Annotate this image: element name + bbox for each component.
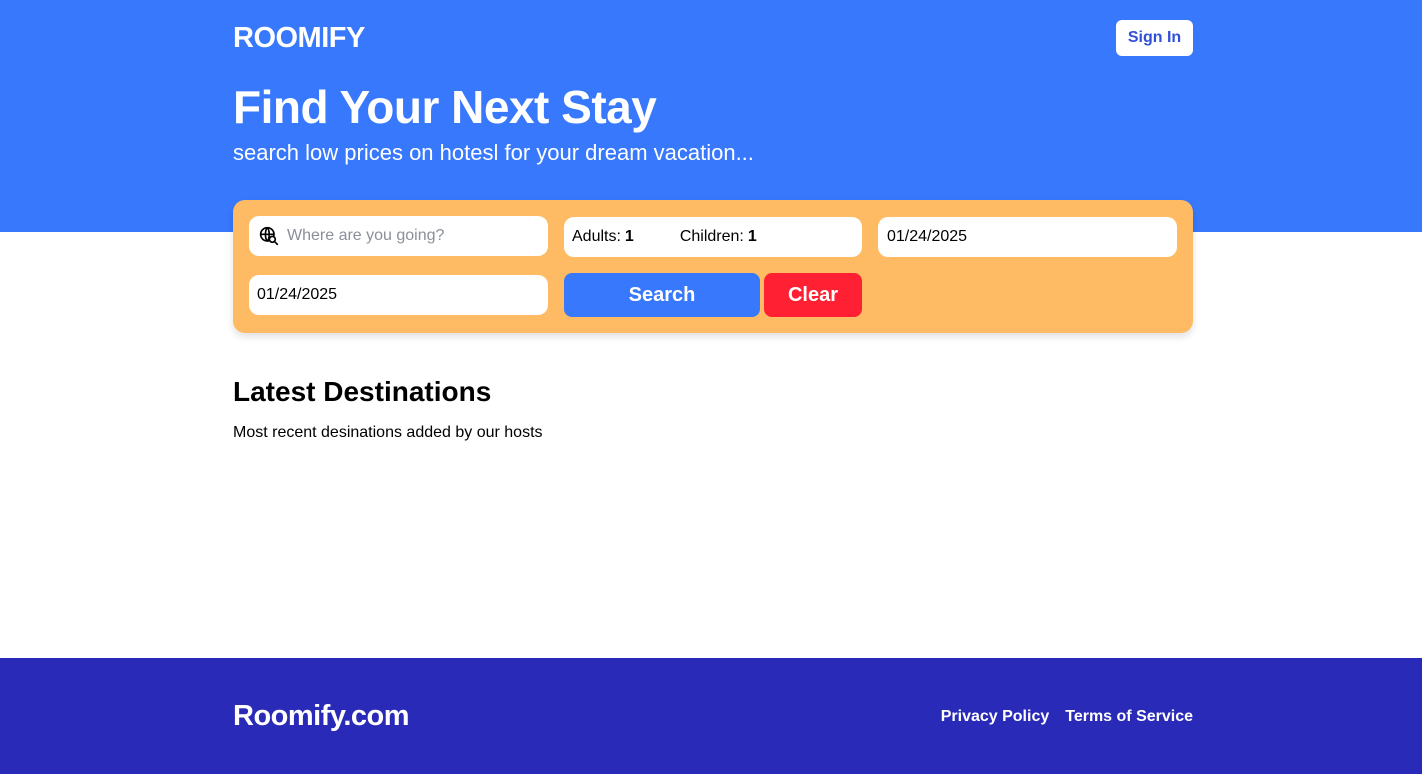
destination-field[interactable] [249, 216, 548, 256]
hero-banner: ROOMIFY Sign In Find Your Next Stay sear… [0, 0, 1422, 232]
hero-subtitle: search low prices on hotesl for your dre… [233, 140, 754, 165]
page: ROOMIFY Sign In Find Your Next Stay sear… [0, 0, 1422, 774]
globe-search-icon [259, 226, 279, 246]
privacy-policy-link[interactable]: Privacy Policy [941, 708, 1050, 726]
clear-button[interactable]: Clear [764, 273, 862, 317]
children-group[interactable]: Children: 1 [680, 228, 757, 246]
hero-title: Find Your Next Stay [233, 81, 657, 133]
latest-destinations-subtitle: Most recent desinations added by our hos… [233, 424, 543, 441]
adults-group[interactable]: Adults: 1 [572, 228, 634, 246]
sign-in-button[interactable]: Sign In [1116, 20, 1193, 56]
adults-label: Adults: [572, 228, 621, 245]
destination-input[interactable] [287, 227, 527, 245]
brand-logo[interactable]: ROOMIFY [233, 22, 365, 55]
footer-brand: Roomify.com [233, 700, 410, 732]
guests-field[interactable]: Adults: 1 Children: 1 [564, 217, 862, 257]
latest-destinations-title: Latest Destinations [233, 376, 492, 407]
children-value[interactable]: 1 [748, 228, 757, 246]
terms-of-service-link[interactable]: Terms of Service [1065, 708, 1193, 726]
check-in-date-field[interactable]: 01/24/2025 [878, 217, 1177, 257]
children-label: Children: [679, 228, 744, 245]
footer: Roomify.com Privacy Policy Terms of Serv… [0, 658, 1422, 774]
search-panel: Adults: 1 Children: 1 01/24/2025 01/24/2… [233, 200, 1193, 333]
search-button[interactable]: Search [564, 273, 760, 317]
check-out-date-field[interactable]: 01/24/2025 [249, 275, 548, 315]
footer-links: Privacy Policy Terms of Service [941, 708, 1193, 726]
adults-value[interactable]: 1 [625, 228, 634, 246]
